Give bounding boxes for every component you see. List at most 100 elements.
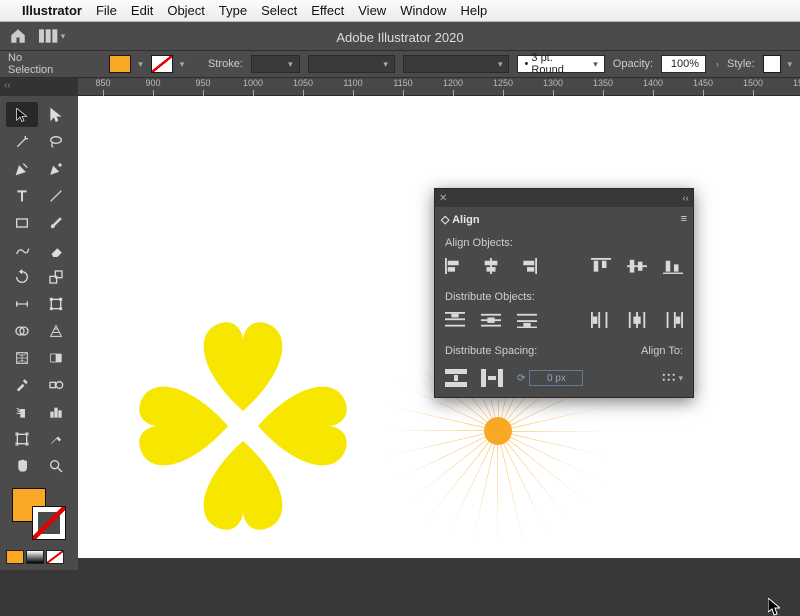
shape-builder-tool[interactable] xyxy=(6,318,38,343)
artwork-hearts[interactable] xyxy=(113,296,373,556)
eyedropper-tool[interactable] xyxy=(6,372,38,397)
section-distribute-objects: Distribute Objects: xyxy=(445,291,683,303)
eraser-tool[interactable] xyxy=(40,237,72,262)
gradient-tool[interactable] xyxy=(40,345,72,370)
slice-tool[interactable] xyxy=(40,426,72,451)
rectangle-tool[interactable] xyxy=(6,210,38,235)
control-bar: No Selection ▾ ▾ Stroke: ▾ ▾ ▾ • 3 pt. R… xyxy=(0,50,800,78)
mini-swatch-gradient[interactable] xyxy=(26,550,44,564)
opacity-label: Opacity: xyxy=(613,58,653,70)
mesh-tool[interactable] xyxy=(6,345,38,370)
ruler-tick: 1150 xyxy=(378,78,428,95)
profile-field[interactable]: ▾ xyxy=(308,55,395,73)
align-to-selector[interactable]: ▾ xyxy=(661,369,683,387)
ruler-tick: 900 xyxy=(128,78,178,95)
ruler-tick: 1000 xyxy=(228,78,278,95)
opacity-chevron-icon[interactable]: › xyxy=(716,59,719,69)
dist-left-icon[interactable] xyxy=(591,311,611,329)
scale-tool[interactable] xyxy=(40,264,72,289)
paintbrush-tool[interactable] xyxy=(40,210,72,235)
panel-titlebar[interactable]: ✕ ‹‹ xyxy=(435,189,693,207)
ruler-tick: 1200 xyxy=(428,78,478,95)
magic-wand-tool[interactable] xyxy=(6,129,38,154)
menu-object[interactable]: Object xyxy=(167,3,205,18)
line-tool[interactable] xyxy=(40,183,72,208)
free-transform-tool[interactable] xyxy=(40,291,72,316)
opacity-field[interactable]: 100% xyxy=(661,55,706,73)
menu-effect[interactable]: Effect xyxy=(311,3,344,18)
panel-tab-align[interactable]: ◇ Align xyxy=(441,213,480,226)
style-swatch[interactable]: ▾ xyxy=(763,55,793,73)
ruler-tick: 1300 xyxy=(528,78,578,95)
mini-swatch-color[interactable] xyxy=(6,550,24,564)
section-distribute-spacing: Distribute Spacing: xyxy=(445,345,537,357)
collapse-tabs-icon[interactable]: ‹‹ xyxy=(4,80,11,91)
menu-window[interactable]: Window xyxy=(400,3,446,18)
mac-menubar: Illustrator File Edit Object Type Select… xyxy=(0,0,800,22)
section-align-objects: Align Objects: xyxy=(445,237,683,249)
style-label: Style: xyxy=(727,58,755,70)
ruler-tick: 1550 xyxy=(778,78,800,95)
fill-swatch[interactable]: ▾ xyxy=(109,55,143,73)
ruler-tick: 1450 xyxy=(678,78,728,95)
zoom-tool[interactable] xyxy=(40,453,72,478)
align-vcenter-icon[interactable] xyxy=(627,257,647,275)
align-top-icon[interactable] xyxy=(591,257,611,275)
dist-space-v-icon[interactable] xyxy=(445,369,467,387)
pen-tool[interactable] xyxy=(6,156,38,181)
align-panel[interactable]: ✕ ‹‹ ◇ Align ≡ Align Objects: Distribute… xyxy=(434,188,694,398)
menu-type[interactable]: Type xyxy=(219,3,247,18)
arrange-documents-button[interactable]: ▾ xyxy=(38,26,66,46)
dist-top-icon[interactable] xyxy=(445,311,465,329)
fill-stroke-indicator[interactable] xyxy=(8,486,70,542)
stroke-color-swatch[interactable] xyxy=(32,506,66,540)
mini-swatch-none[interactable] xyxy=(46,550,64,564)
hand-tool[interactable] xyxy=(6,453,38,478)
blend-tool[interactable] xyxy=(40,372,72,397)
type-tool[interactable] xyxy=(6,183,38,208)
rotate-tool[interactable] xyxy=(6,264,38,289)
close-icon[interactable]: ✕ xyxy=(439,193,447,204)
brush-def-field[interactable]: ▾ xyxy=(403,55,510,73)
dist-hcenter-icon[interactable] xyxy=(627,311,647,329)
dist-vcenter-icon[interactable] xyxy=(481,311,501,329)
app-titlebar: ▾ xyxy=(0,22,800,50)
column-graph-tool[interactable] xyxy=(40,399,72,424)
artboard-tool[interactable] xyxy=(6,426,38,451)
stroke-swatch[interactable]: ▾ xyxy=(151,55,185,73)
selection-tool[interactable] xyxy=(6,102,38,127)
selection-status: No Selection xyxy=(8,52,68,76)
dist-right-icon[interactable] xyxy=(663,311,683,329)
stroke-weight-field[interactable]: ▾ xyxy=(251,55,300,73)
spacing-field[interactable]: ⟳ 0 px xyxy=(517,370,583,386)
collapse-icon[interactable]: ‹‹ xyxy=(682,193,689,204)
shaper-tool[interactable] xyxy=(6,237,38,262)
menu-edit[interactable]: Edit xyxy=(131,3,153,18)
document-area: ‹‹ 850 900 950 1000 1050 1100 1150 1200 … xyxy=(0,78,800,558)
lasso-tool[interactable] xyxy=(40,129,72,154)
app-menu[interactable]: Illustrator xyxy=(22,3,82,18)
ruler-tick: 1250 xyxy=(478,78,528,95)
menu-file[interactable]: File xyxy=(96,3,117,18)
align-hcenter-icon[interactable] xyxy=(481,257,501,275)
menu-help[interactable]: Help xyxy=(460,3,487,18)
ruler-tick: 850 xyxy=(78,78,128,95)
curvature-tool[interactable] xyxy=(40,156,72,181)
stroke-label: Stroke: xyxy=(208,58,243,70)
align-right-icon[interactable] xyxy=(517,257,537,275)
brush-field[interactable]: • 3 pt. Round ▾ xyxy=(517,55,604,73)
perspective-grid-tool[interactable] xyxy=(40,318,72,343)
menu-view[interactable]: View xyxy=(358,3,386,18)
align-bottom-icon[interactable] xyxy=(663,257,683,275)
symbol-sprayer-tool[interactable] xyxy=(6,399,38,424)
direct-selection-tool[interactable] xyxy=(40,102,72,127)
menu-select[interactable]: Select xyxy=(261,3,297,18)
ruler-tick: 1050 xyxy=(278,78,328,95)
align-left-icon[interactable] xyxy=(445,257,465,275)
panel-menu-icon[interactable]: ≡ xyxy=(681,213,687,225)
dist-space-h-icon[interactable] xyxy=(481,369,503,387)
chevron-down-icon: ▾ xyxy=(61,31,66,42)
width-tool[interactable] xyxy=(6,291,38,316)
dist-bottom-icon[interactable] xyxy=(517,311,537,329)
home-button[interactable] xyxy=(6,26,30,46)
